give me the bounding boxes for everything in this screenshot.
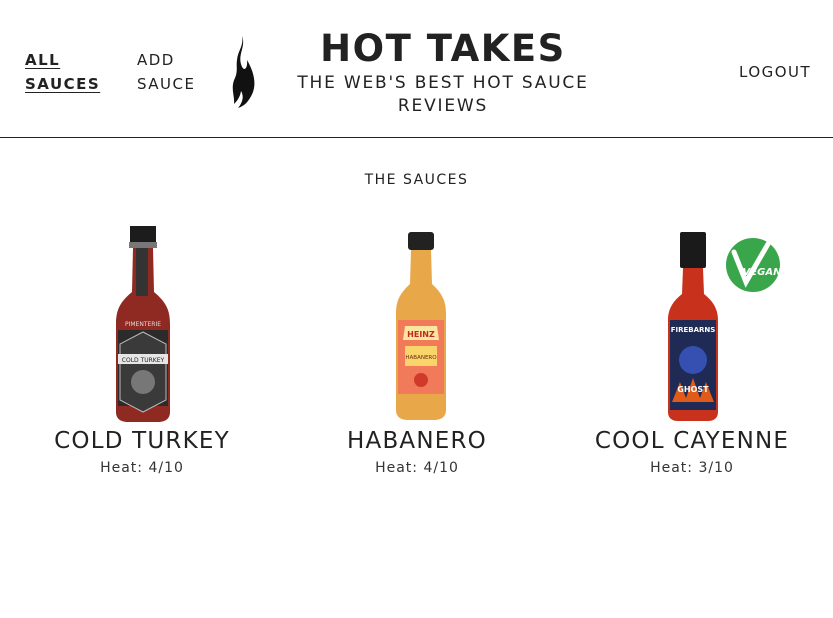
sauce-card-cool-cayenne[interactable]: FIREBARNS GHOST VEGAN COOL CAYENNE Heat:… — [562, 222, 822, 482]
sauce-name: HABANERO — [347, 428, 487, 454]
sauce-bottle-image: HEINZ HABANERO — [396, 232, 446, 420]
bottle-label-text: GHOST — [677, 385, 709, 394]
sauce-bottle-image: COLD TURKEY PIMENTERIE — [116, 226, 170, 422]
sauce-card-habanero[interactable]: HEINZ HABANERO HABANERO Heat: 4/10 — [287, 222, 547, 482]
bottle-label-text: HABANERO — [405, 355, 437, 361]
bottle-label-text: COLD TURKEY — [122, 357, 165, 364]
sauce-name: COOL CAYENNE — [594, 428, 790, 454]
site-title: HOT TAKES — [320, 27, 566, 70]
nav-add-sauce[interactable]: ADD SAUCE — [137, 48, 217, 96]
vegan-badge-text: VEGAN — [743, 267, 783, 278]
sauce-heat: Heat: 3/10 — [650, 460, 734, 476]
sauce-bottle-image: FIREBARNS GHOST VEGAN — [668, 232, 782, 421]
sauce-card-cold-turkey[interactable]: COLD TURKEY PIMENTERIE COLD TURKEY Heat:… — [12, 222, 272, 482]
nav-all-sauces[interactable]: ALL SAUCES — [25, 48, 115, 96]
flame-icon — [232, 36, 255, 108]
bottle-brand-text: HEINZ — [407, 330, 435, 339]
site-header: ALL SAUCES ADD SAUCE HOT TAKES THE WEB'S… — [0, 0, 833, 138]
bottle-brand-text: FIREBARNS — [671, 326, 716, 334]
vegan-badge-icon: VEGAN — [726, 238, 782, 292]
brand-block: HOT TAKES THE WEB'S BEST HOT SAUCE REVIE… — [290, 26, 596, 118]
site-subtitle: THE WEB'S BEST HOT SAUCE REVIEWS — [297, 73, 589, 116]
sauce-heat: Heat: 4/10 — [375, 460, 459, 476]
logout-button[interactable]: LOGOUT — [739, 60, 811, 84]
sauce-heat: Heat: 4/10 — [100, 460, 184, 476]
bottle-brand-text: PIMENTERIE — [125, 321, 161, 328]
section-title: THE SAUCES — [364, 172, 469, 188]
sauce-name: COLD TURKEY — [54, 428, 230, 454]
